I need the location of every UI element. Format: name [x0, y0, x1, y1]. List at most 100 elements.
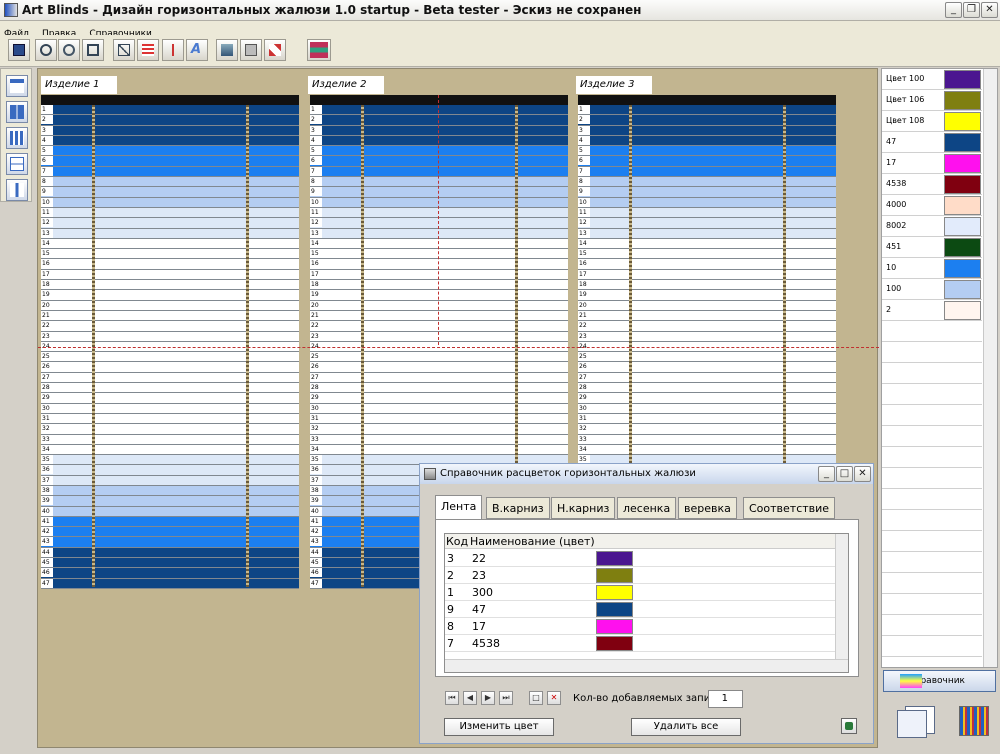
close-button[interactable]: ✕: [981, 2, 998, 18]
slat[interactable]: 3: [578, 125, 836, 136]
zoom-in-button[interactable]: [35, 39, 57, 61]
palette-scrollbar[interactable]: [983, 69, 997, 667]
last-record-button[interactable]: ⏭: [499, 691, 513, 705]
slat[interactable]: 8: [41, 177, 299, 188]
reference-button[interactable]: Справочник: [883, 670, 996, 692]
slat[interactable]: 23: [310, 331, 568, 342]
slat[interactable]: 26: [41, 362, 299, 373]
slat[interactable]: 37: [41, 475, 299, 486]
layout-three-button[interactable]: [6, 127, 28, 149]
slat[interactable]: 26: [310, 362, 568, 373]
delete-record-button[interactable]: ✕: [547, 691, 561, 705]
slat[interactable]: 46: [41, 568, 299, 579]
slat[interactable]: 2: [310, 115, 568, 126]
slat[interactable]: 11: [41, 207, 299, 219]
checklist-button[interactable]: [137, 39, 159, 61]
slat[interactable]: 47: [41, 578, 299, 589]
slat[interactable]: 9: [578, 187, 836, 198]
slat[interactable]: 21: [310, 310, 568, 322]
layout-arch-button[interactable]: [6, 179, 28, 201]
slat[interactable]: 22: [41, 321, 299, 332]
slat[interactable]: 15: [41, 249, 299, 260]
slat[interactable]: 42: [41, 527, 299, 538]
slat[interactable]: 9: [41, 187, 299, 198]
layout-single-button[interactable]: [6, 75, 28, 97]
restore-button[interactable]: ❐: [963, 2, 980, 18]
slat[interactable]: 29: [578, 393, 836, 404]
first-record-button[interactable]: ⏮: [445, 691, 459, 705]
slat[interactable]: 32: [41, 424, 299, 435]
slat[interactable]: 32: [578, 424, 836, 435]
tools-button[interactable]: [264, 39, 286, 61]
slat[interactable]: 34: [578, 444, 836, 456]
print-button[interactable]: [240, 39, 262, 61]
slat[interactable]: 45: [41, 558, 299, 569]
slat[interactable]: 30: [41, 403, 299, 414]
slat[interactable]: 39: [41, 496, 299, 507]
slat[interactable]: 9: [310, 187, 568, 198]
slat[interactable]: 6: [578, 156, 836, 167]
slat[interactable]: 28: [41, 383, 299, 394]
slat[interactable]: 15: [578, 249, 836, 260]
table-row[interactable]: 7 4538: [445, 635, 835, 652]
slat[interactable]: 32: [310, 424, 568, 435]
palette-item[interactable]: 17: [882, 153, 982, 174]
tab-bottom-rail[interactable]: Н.карниз: [551, 497, 616, 519]
slat[interactable]: 10: [41, 197, 299, 208]
slat[interactable]: 3: [41, 125, 299, 136]
slat[interactable]: 19: [578, 290, 836, 301]
slat[interactable]: 16: [578, 259, 836, 270]
layout-split-button[interactable]: [6, 153, 28, 175]
slat[interactable]: 29: [310, 393, 568, 404]
zoom-fit-button[interactable]: [82, 39, 104, 61]
slat[interactable]: 21: [578, 310, 836, 322]
slat[interactable]: 1: [310, 105, 568, 116]
records-count-spinner[interactable]: 1: [708, 690, 743, 708]
slat[interactable]: 34: [41, 444, 299, 456]
slat[interactable]: 17: [578, 269, 836, 281]
slat[interactable]: 19: [41, 290, 299, 301]
slat[interactable]: 11: [310, 207, 568, 219]
slat[interactable]: 12: [578, 218, 836, 229]
grid-vertical-scrollbar[interactable]: [835, 534, 848, 659]
slat[interactable]: 29: [41, 393, 299, 404]
slat[interactable]: 8: [310, 177, 568, 188]
slat[interactable]: 5: [41, 146, 299, 157]
table-row[interactable]: 8 17: [445, 618, 835, 635]
slat[interactable]: 6: [310, 156, 568, 167]
slat[interactable]: 18: [41, 280, 299, 291]
slat[interactable]: 7: [41, 166, 299, 178]
tab-lenta[interactable]: Лента: [435, 495, 483, 520]
guide-line-button[interactable]: [162, 39, 184, 61]
slat[interactable]: 33: [578, 434, 836, 445]
slat[interactable]: 41: [41, 516, 299, 528]
slat[interactable]: 4: [41, 135, 299, 147]
palette-item[interactable]: Цвет 100: [882, 69, 982, 90]
slat[interactable]: 20: [310, 300, 568, 311]
slat[interactable]: 13: [41, 228, 299, 239]
slat[interactable]: 16: [41, 259, 299, 270]
palette-item[interactable]: Цвет 108: [882, 111, 982, 132]
column-code[interactable]: Код: [446, 535, 468, 548]
edit-image-button[interactable]: [216, 39, 238, 61]
tab-top-rail[interactable]: В.карниз: [486, 497, 550, 519]
slat[interactable]: 5: [578, 146, 836, 157]
slat[interactable]: 27: [310, 372, 568, 384]
palette-item[interactable]: 4000: [882, 195, 982, 216]
slat[interactable]: 6: [41, 156, 299, 167]
slat[interactable]: 22: [578, 321, 836, 332]
slat[interactable]: 4: [578, 135, 836, 147]
slat[interactable]: 1: [41, 105, 299, 116]
copy-pages-icon[interactable]: [897, 706, 941, 738]
new-record-button[interactable]: □: [529, 691, 543, 705]
fit-page-button[interactable]: [113, 39, 135, 61]
slat[interactable]: 4: [310, 135, 568, 147]
next-record-button[interactable]: ▶: [481, 691, 495, 705]
slat[interactable]: 11: [578, 207, 836, 219]
colors-grid[interactable]: Код Наименование (цвет) 3 22 2 23 1 300 9 47 8 17…: [444, 533, 849, 673]
slat[interactable]: 43: [41, 537, 299, 548]
text-button[interactable]: A: [186, 39, 208, 61]
slat[interactable]: 23: [578, 331, 836, 342]
table-row[interactable]: 1 300: [445, 584, 835, 601]
tab-ladder[interactable]: лесенка: [617, 497, 677, 519]
